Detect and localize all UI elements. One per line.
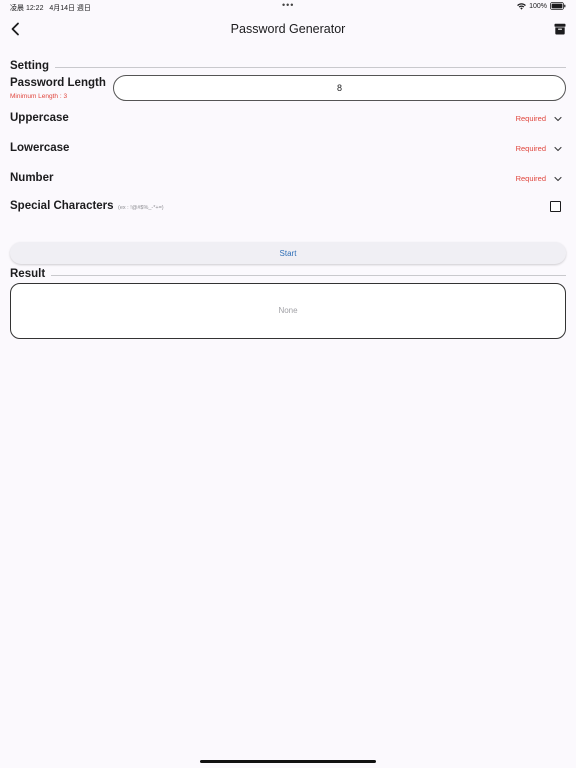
number-label: Number: [10, 172, 54, 184]
uppercase-label: Uppercase: [10, 112, 69, 124]
lowercase-picker[interactable]: Required: [516, 144, 562, 153]
status-indicators: 100%: [517, 2, 566, 10]
chevron-down-icon: [554, 116, 562, 122]
lowercase-value: Required: [515, 144, 546, 153]
home-indicator[interactable]: [200, 760, 376, 763]
lowercase-label: Lowercase: [10, 142, 70, 154]
password-length-input[interactable]: [113, 75, 566, 101]
password-length-label: Password Length: [10, 77, 106, 89]
number-value: Required: [515, 174, 546, 183]
setting-section-title: Setting: [10, 60, 55, 72]
special-characters-label: Special Characters: [10, 200, 114, 212]
archive-button[interactable]: [554, 22, 568, 36]
status-time: 凌晨 12:22 4月14日 週日: [10, 3, 91, 13]
chevron-down-icon: [554, 176, 562, 182]
status-bar: 凌晨 12:22 4月14日 週日 ••• 100%: [0, 0, 576, 14]
section-divider: [10, 67, 566, 68]
result-section-header: Result: [10, 268, 566, 282]
start-button[interactable]: Start: [10, 242, 566, 264]
result-section-title: Result: [10, 268, 52, 280]
special-characters-example: (ex : !@#$%_-*+=): [118, 205, 164, 211]
navigation-bar: Password Generator: [0, 14, 576, 46]
status-clock: 凌晨 12:22: [10, 5, 44, 12]
archive-icon: [554, 22, 566, 39]
special-characters-checkbox[interactable]: [550, 201, 561, 212]
status-date: 4月14日 週日: [49, 5, 91, 12]
multitasking-dots[interactable]: •••: [282, 0, 294, 10]
uppercase-value: Required: [515, 114, 546, 123]
result-output: None: [10, 283, 566, 339]
number-picker[interactable]: Required: [516, 174, 562, 183]
section-divider: [10, 275, 566, 276]
wifi-icon: [517, 2, 526, 10]
uppercase-picker[interactable]: Required: [516, 114, 562, 123]
chevron-down-icon: [554, 146, 562, 152]
page-title: Password Generator: [230, 22, 346, 36]
minimum-length-note: Minimum Length : 3: [10, 93, 68, 100]
battery-percent: 100%: [529, 2, 547, 10]
battery-icon: [550, 2, 566, 10]
setting-section-header: Setting: [10, 60, 566, 74]
